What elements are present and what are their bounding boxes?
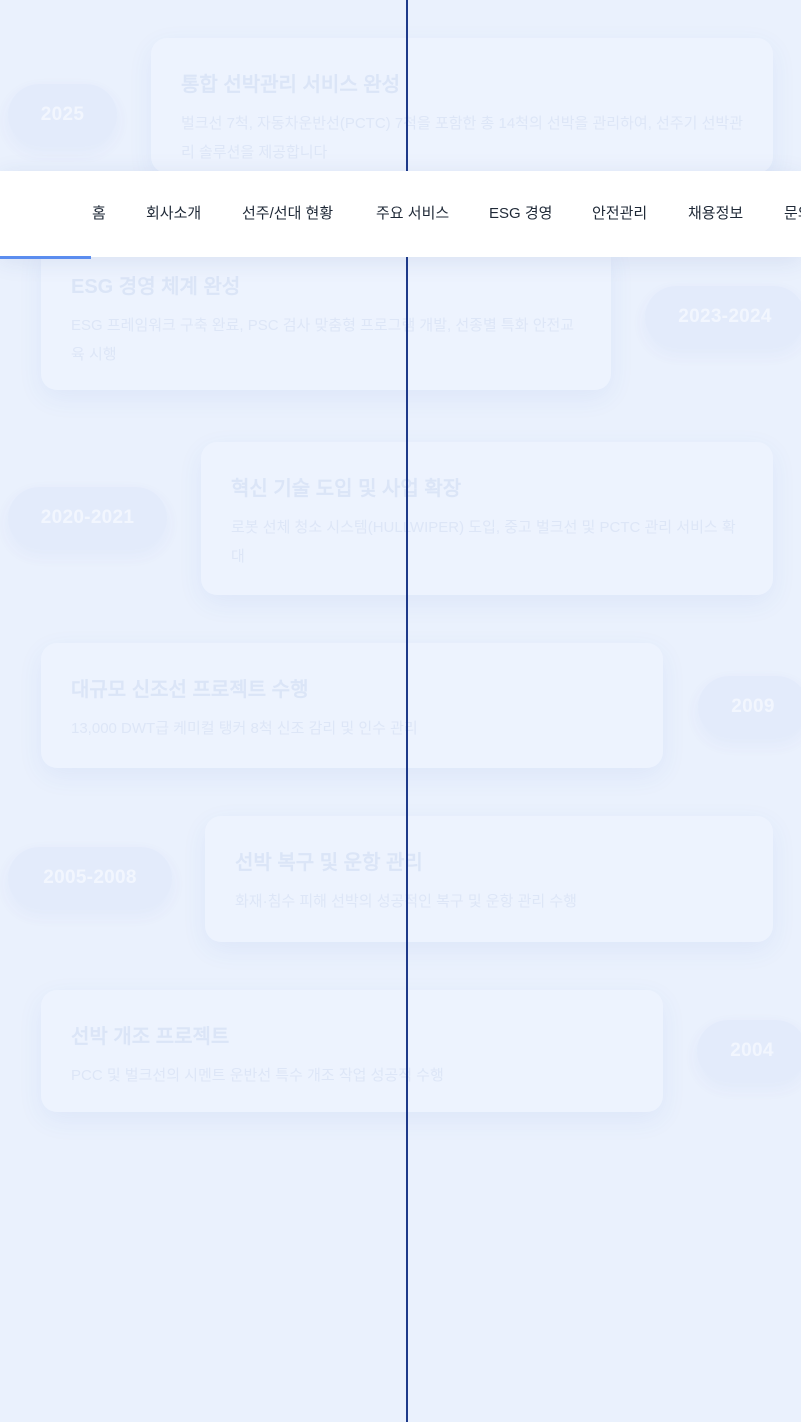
- nav-item-home[interactable]: 홈: [92, 171, 106, 257]
- timeline-title: ESG 경영 체계 완성: [71, 276, 241, 298]
- timeline-description: ESG 프레임워크 구축 완료, PSC 검사 맞춤형 프로그램 개발, 선종별…: [71, 317, 575, 363]
- nav-active-indicator: [0, 256, 91, 259]
- timeline-card-2005-2008: 선박 복구 및 운항 관리 화재·침수 피해 선박의 성공적인 복구 및 운항 …: [205, 816, 773, 942]
- timeline-description: 13,000 DWT급 케미컬 탱커 8척 신조 감리 및 인수 관리: [71, 720, 418, 737]
- main-navbar: 홈 회사소개 선주/선대 현황 주요 서비스 ESG 경영 안전관리 채용정보 …: [0, 171, 801, 259]
- timeline-title: 혁신 기술 도입 및 사업 확장: [231, 478, 462, 500]
- nav-item-services[interactable]: 주요 서비스: [376, 171, 449, 257]
- timeline-title: 선박 복구 및 운항 관리: [235, 852, 423, 874]
- year-badge-2020-2021: 2020-2021: [8, 487, 167, 549]
- timeline-card-2004: 선박 개조 프로젝트 PCC 및 벌크선의 시멘트 운반선 특수 개조 작업 성…: [41, 990, 663, 1112]
- timeline-card-2023-2024: ESG 경영 체계 완성 ESG 프레임워크 구축 완료, PSC 검사 맞춤형…: [41, 240, 611, 390]
- timeline-card-2025: 통합 선박관리 서비스 완성 벌크선 7척, 자동차운반선(PCTC) 7척을 …: [151, 38, 773, 173]
- nav-item-safety[interactable]: 안전관리: [592, 171, 647, 257]
- timeline-description: 화재·침수 피해 선박의 성공적인 복구 및 운항 관리 수행: [235, 893, 577, 910]
- year-badge-2004: 2004: [697, 1020, 801, 1082]
- nav-item-contact[interactable]: 문의: [784, 171, 801, 257]
- nav-item-esg[interactable]: ESG 경영: [489, 171, 552, 257]
- year-badge-2023-2024: 2023-2024: [645, 286, 801, 348]
- timeline-card-2009: 대규모 신조선 프로젝트 수행 13,000 DWT급 케미컬 탱커 8척 신조…: [41, 643, 663, 768]
- timeline-title: 대규모 신조선 프로젝트 수행: [71, 679, 309, 701]
- year-badge-2009: 2009: [698, 676, 801, 738]
- year-badge-2025: 2025: [8, 84, 117, 146]
- year-badge-2005-2008: 2005-2008: [8, 847, 172, 909]
- timeline-description: 로봇 선체 청소 시스템(HULLWIPER) 도입, 중고 벌크선 및 PCT…: [231, 519, 736, 565]
- timeline-description: PCC 및 벌크선의 시멘트 운반선 특수 개조 작업 성공적 수행: [71, 1067, 444, 1084]
- timeline-description: 벌크선 7척, 자동차운반선(PCTC) 7척을 포함한 총 14척의 선박을 …: [181, 115, 744, 161]
- timeline-title: 선박 개조 프로젝트: [71, 1026, 230, 1048]
- timeline-title: 통합 선박관리 서비스 완성: [181, 74, 401, 96]
- nav-item-careers[interactable]: 채용정보: [688, 171, 743, 257]
- nav-menu: 홈 회사소개 선주/선대 현황 주요 서비스 ESG 경영 안전관리 채용정보 …: [0, 171, 801, 257]
- nav-item-fleet[interactable]: 선주/선대 현황: [242, 171, 333, 257]
- timeline-card-2020-2021: 혁신 기술 도입 및 사업 확장 로봇 선체 청소 시스템(HULLWIPER)…: [201, 442, 773, 595]
- nav-item-about[interactable]: 회사소개: [146, 171, 201, 257]
